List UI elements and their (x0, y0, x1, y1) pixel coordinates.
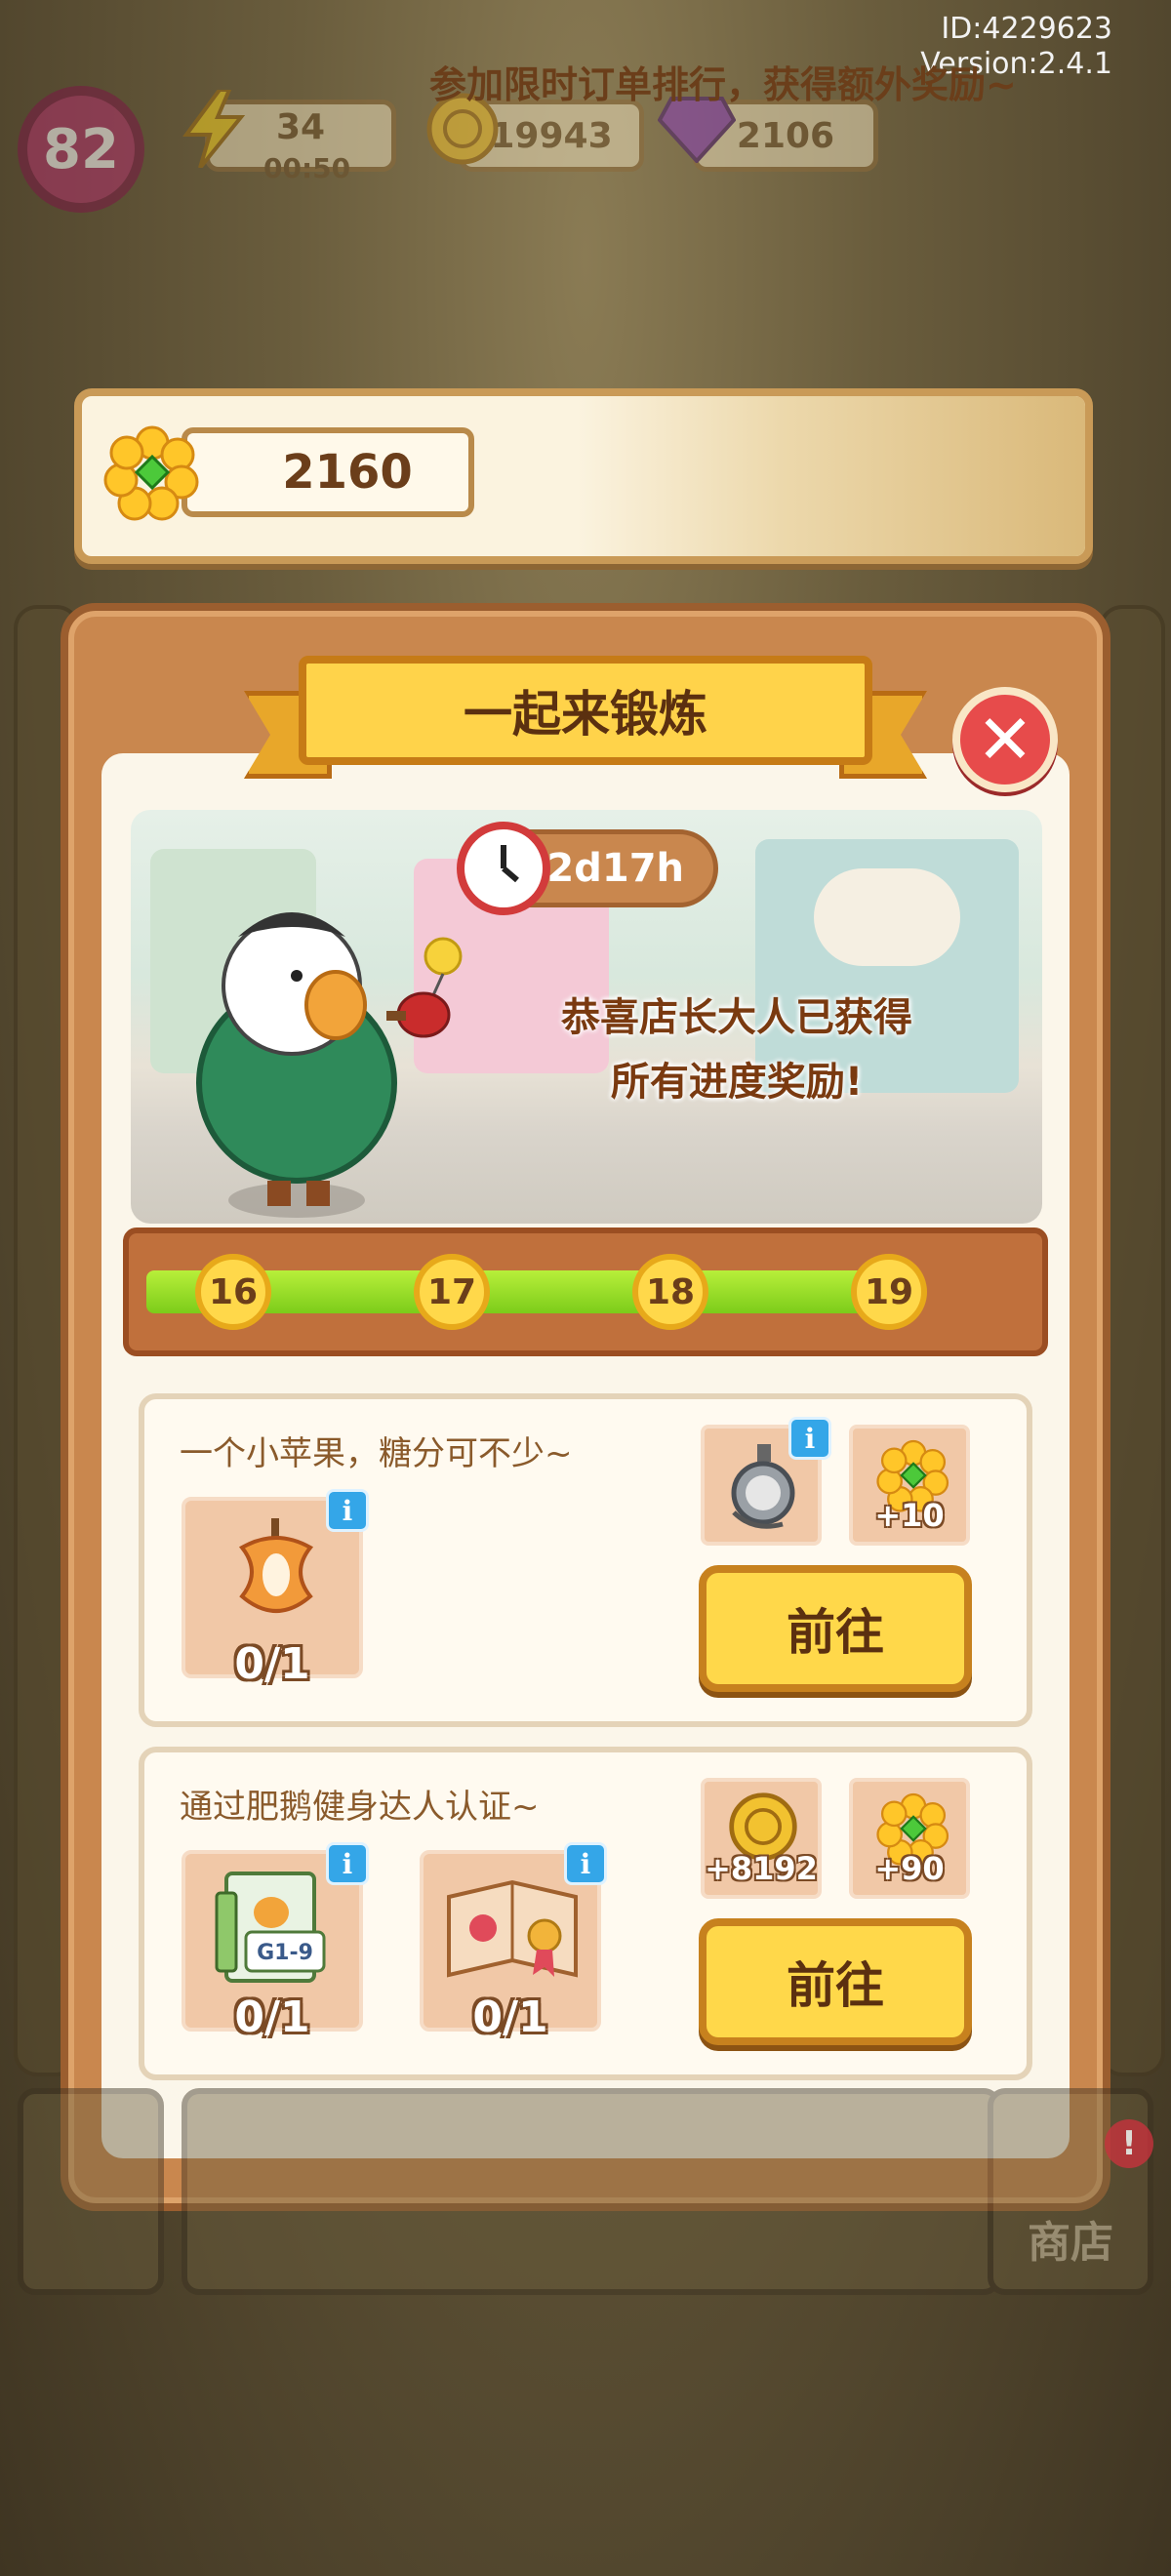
requirement-count: 0/1 (234, 1992, 310, 2042)
reward-tile[interactable]: +8192 (701, 1778, 822, 1899)
ping-pong-paddle-icon (386, 937, 463, 1038)
shop-notification-badge: ! (1105, 2119, 1153, 2168)
info-icon[interactable]: i (326, 1489, 369, 1532)
clock-icon (457, 822, 550, 915)
player-id: ID:4229623 (941, 12, 1112, 46)
go-button[interactable]: 前往 (699, 1565, 972, 1692)
title-ribbon: 一起来锻炼 (244, 656, 927, 788)
panel-title: 一起来锻炼 (299, 656, 872, 765)
reward-tile[interactable]: +10 (849, 1425, 970, 1546)
gem-value: 2106 (736, 115, 835, 156)
requirement-count: 0/1 (234, 1639, 310, 1689)
close-icon: ✕ (976, 700, 1034, 780)
shop-label: 商店 (1028, 2218, 1113, 2268)
reward-amount: +90 (874, 1850, 945, 1887)
flower-count-box: 2160 (182, 427, 474, 517)
fitness-card-icon: G1-9 (215, 1872, 326, 1983)
level-badge[interactable]: 82 (18, 86, 144, 213)
milestone-19[interactable]: 19 (851, 1254, 927, 1330)
bottom-nav: 商店 (18, 2088, 1153, 2295)
info-icon[interactable]: i (564, 1842, 607, 1885)
event-timer-value: 2d17h (546, 846, 684, 891)
info-icon[interactable]: i (788, 1417, 831, 1460)
milestone-label: 17 (426, 1271, 477, 1312)
task-description: 一个小苹果，糖分可不少~ (180, 1434, 573, 1473)
event-banner-text: 参加限时订单排行，获得额外奖励~ (429, 63, 1017, 106)
go-button[interactable]: 前往 (699, 1918, 972, 2045)
flower-icon (103, 425, 199, 521)
bottom-nav-left-button[interactable] (18, 2088, 164, 2295)
level-value: 82 (43, 117, 119, 181)
task-description: 通过肥鹅健身达人认证~ (180, 1788, 540, 1827)
milestone-label: 19 (864, 1271, 914, 1312)
info-icon[interactable]: i (326, 1842, 369, 1885)
go-button-label: 前往 (787, 1957, 884, 2014)
apple-core-icon (238, 1518, 314, 1613)
energy-timer: 00:50 (263, 152, 351, 184)
completion-line-2: 所有进度奖励! (610, 1060, 864, 1105)
completion-line-1: 恭喜店长大人已获得 (561, 995, 912, 1040)
svg-text:G1-9: G1-9 (257, 1941, 313, 1965)
certificate-icon (447, 1879, 578, 1978)
milestone-label: 16 (208, 1271, 259, 1312)
bottom-nav-center (182, 2088, 1001, 2295)
coin-value: 19943 (490, 115, 613, 156)
banner-illustration (578, 396, 1085, 556)
milestone-18[interactable]: 18 (632, 1254, 708, 1330)
reward-tile[interactable]: +90 (849, 1778, 970, 1899)
milestone-16[interactable]: 16 (195, 1254, 271, 1330)
go-button-label: 前往 (787, 1604, 884, 1661)
requirement-count: 0/1 (472, 1992, 548, 2042)
reward-amount: +8192 (705, 1850, 818, 1887)
close-button[interactable]: ✕ (952, 687, 1058, 792)
flower-count: 2160 (282, 445, 413, 500)
energy-bolt-icon (172, 86, 258, 172)
energy-value: 34 (275, 106, 326, 147)
reward-amount: +10 (874, 1497, 945, 1534)
milestone-label: 18 (645, 1271, 696, 1312)
completion-message: 恭喜店长大人已获得 所有进度奖励! (507, 986, 966, 1114)
milestone-17[interactable]: 17 (414, 1254, 490, 1330)
